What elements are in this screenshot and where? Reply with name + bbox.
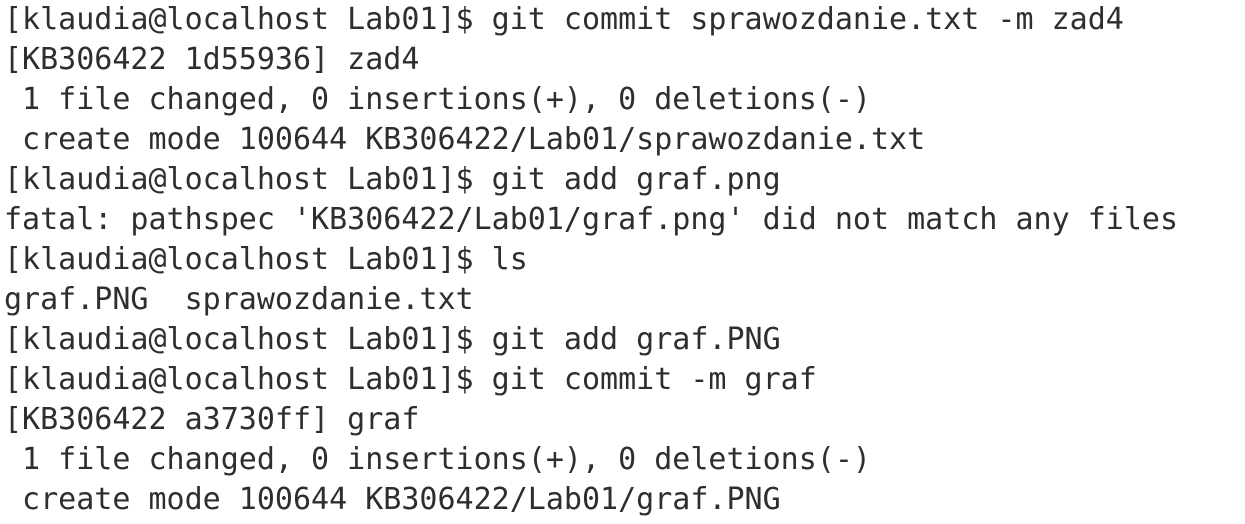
terminal-line: [KB306422 1d55936] zad4 xyxy=(4,42,420,77)
terminal-line: fatal: pathspec 'KB306422/Lab01/graf.png… xyxy=(4,202,1178,237)
terminal-line: 1 file changed, 0 insertions(+), 0 delet… xyxy=(4,442,871,477)
terminal-line: [klaudia@localhost Lab01]$ git commit -m… xyxy=(4,362,817,397)
terminal-line: [klaudia@localhost Lab01]$ ls xyxy=(4,242,528,277)
terminal-output[interactable]: [klaudia@localhost Lab01]$ git commit sp… xyxy=(0,0,1245,524)
terminal-line: graf.PNG sprawozdanie.txt xyxy=(4,282,474,317)
terminal-line: create mode 100644 KB306422/Lab01/graf.P… xyxy=(4,482,781,517)
terminal-line: [klaudia@localhost Lab01]$ git add graf.… xyxy=(4,162,781,197)
terminal-line: [KB306422 a3730ff] graf xyxy=(4,402,420,437)
terminal-line: 1 file changed, 0 insertions(+), 0 delet… xyxy=(4,82,871,117)
terminal-line: [klaudia@localhost Lab01]$ git commit sp… xyxy=(4,2,1124,37)
terminal-line: create mode 100644 KB306422/Lab01/sprawo… xyxy=(4,122,926,157)
terminal-line: [klaudia@localhost Lab01]$ git add graf.… xyxy=(4,322,781,357)
